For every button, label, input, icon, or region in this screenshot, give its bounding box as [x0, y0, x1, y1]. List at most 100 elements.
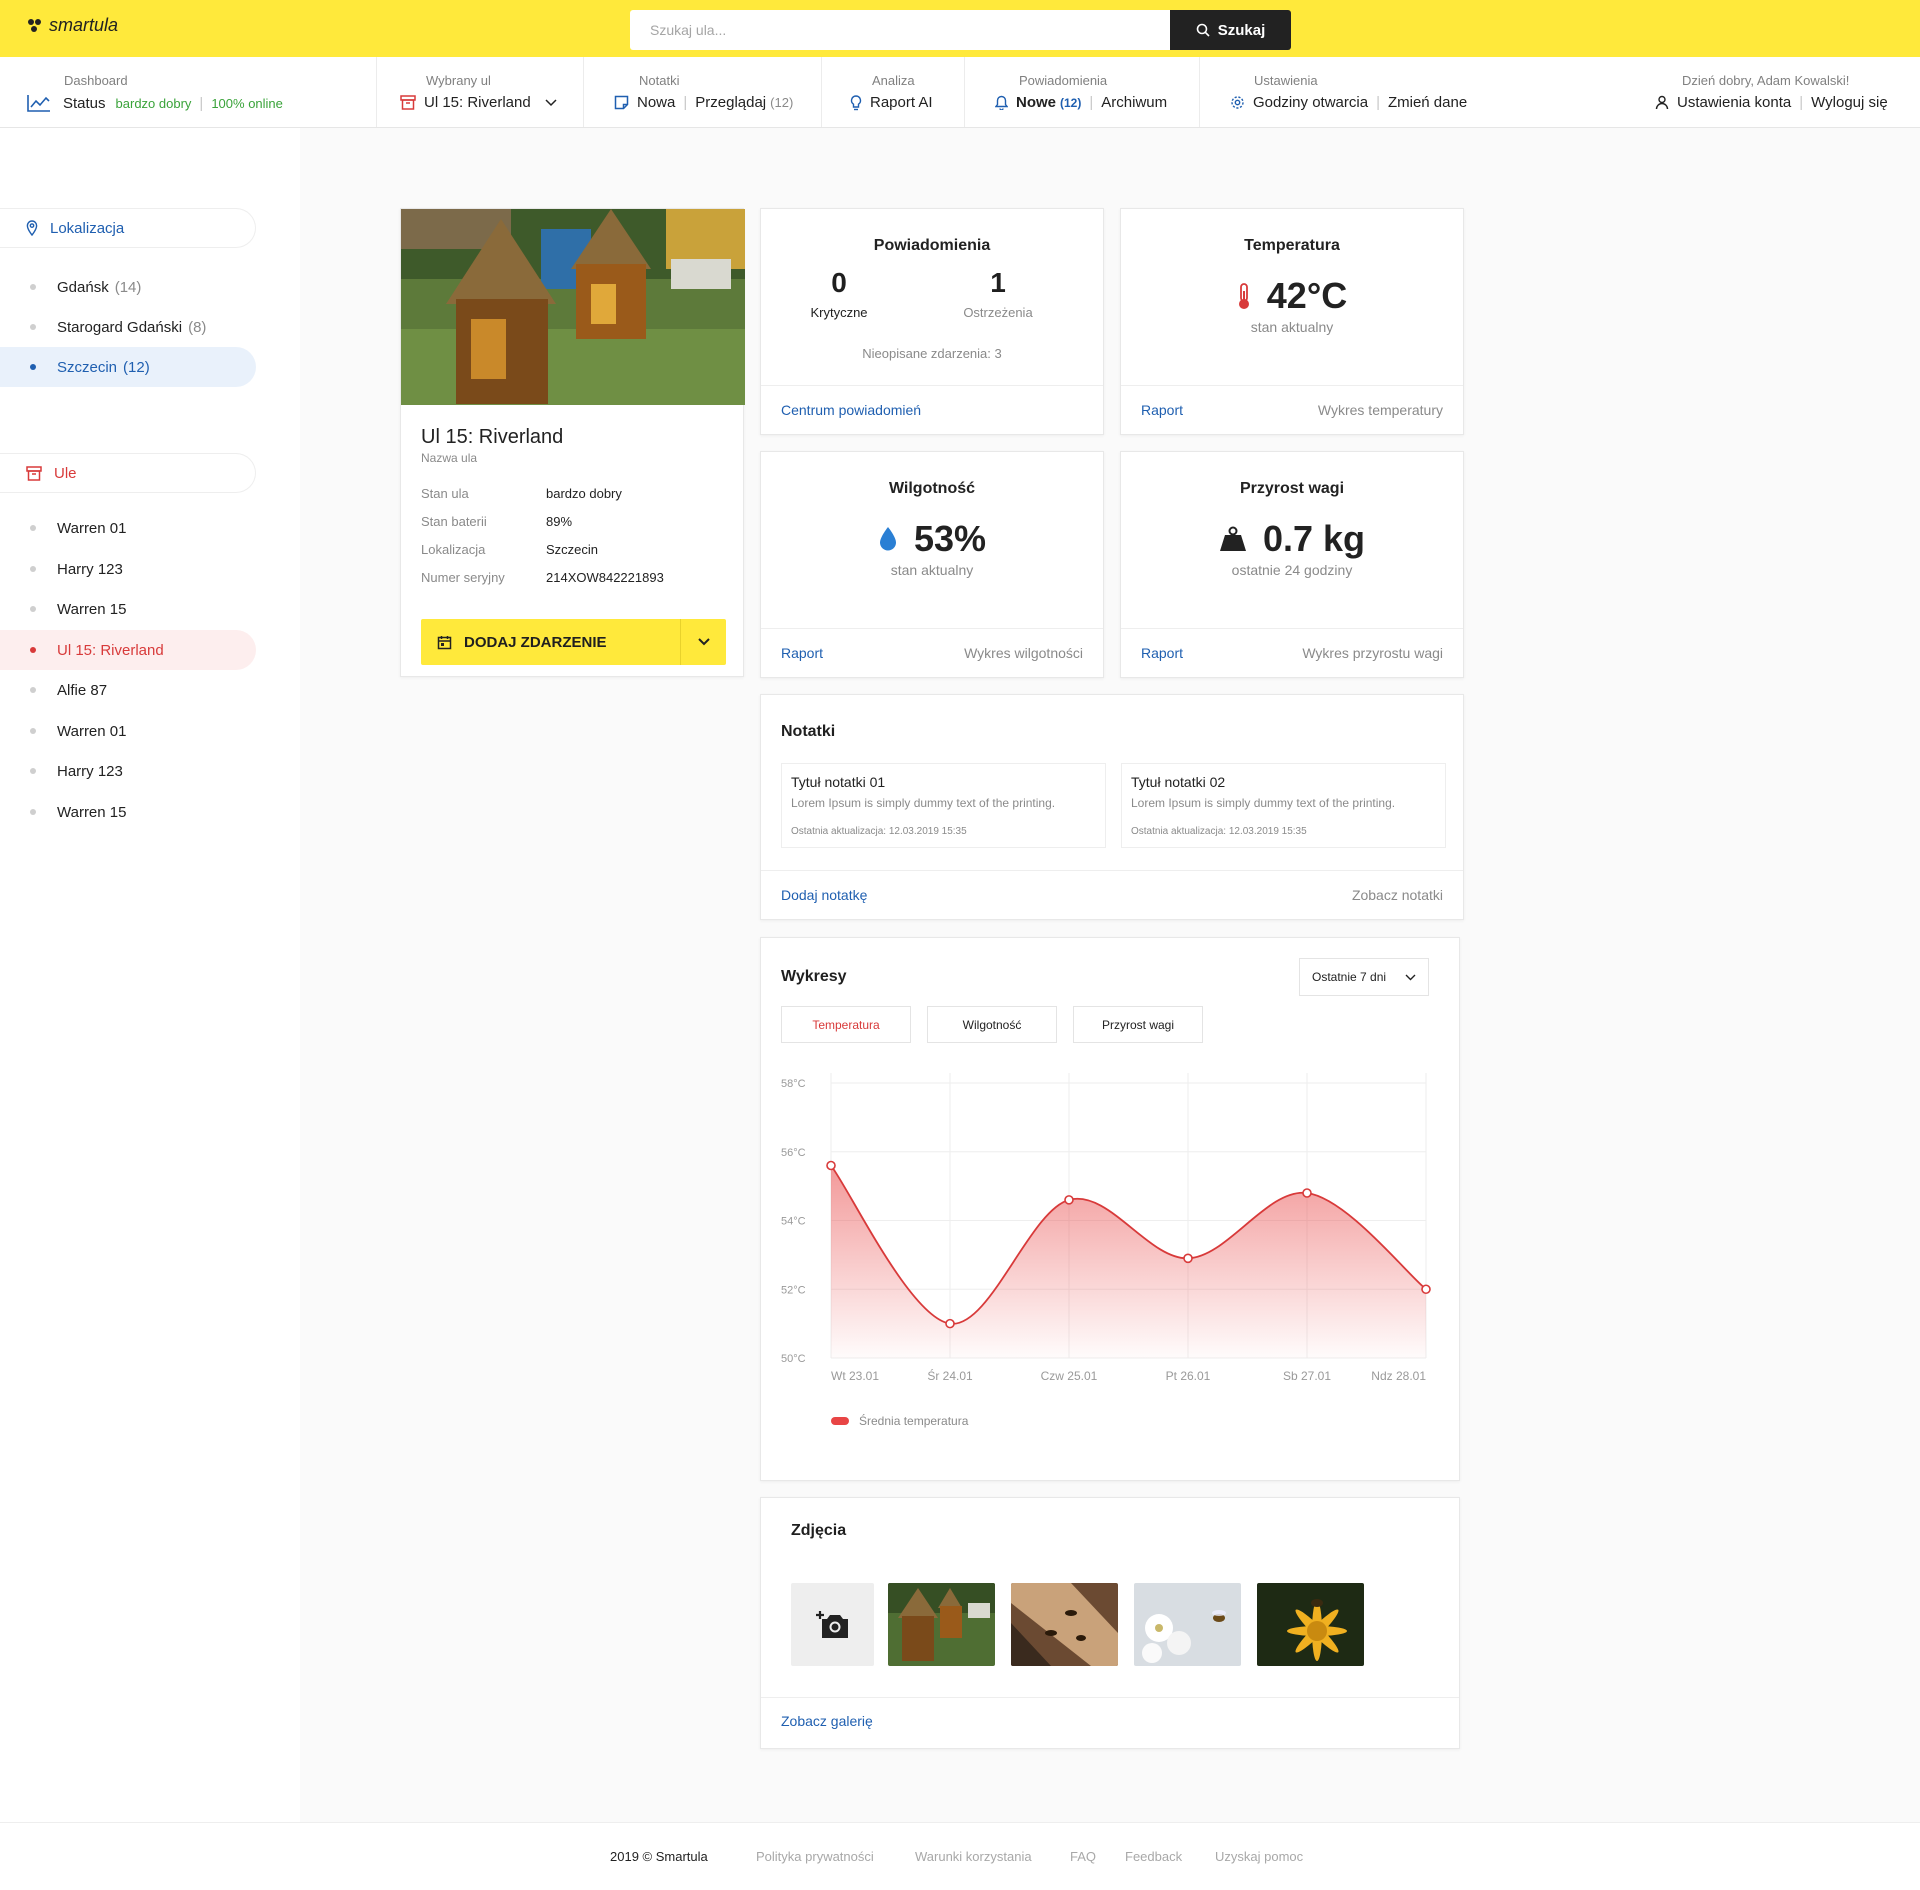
notes-card-footer: Dodaj notatkę Zobacz notatki — [761, 870, 1463, 919]
sidebar-hive-item[interactable]: Alfie 87 — [0, 670, 256, 710]
add-note-link[interactable]: Dodaj notatkę — [781, 887, 867, 903]
bullet-icon — [30, 728, 36, 734]
photo-thumbnail[interactable] — [888, 1583, 995, 1666]
sidebar-location-item-active[interactable]: Szczecin (12) — [0, 347, 256, 387]
sidebar-hive-item[interactable]: Warren 15 — [0, 792, 256, 832]
nav-settings-change[interactable]: Zmień dane — [1388, 94, 1467, 111]
x-tick-label: Sb 27.01 — [1283, 1369, 1331, 1383]
data-point[interactable] — [1302, 1188, 1312, 1198]
bullet-icon — [30, 768, 36, 774]
footer-link-terms[interactable]: Warunki korzystania — [915, 1849, 1032, 1864]
note-item[interactable]: Tytuł notatki 01 Lorem Ipsum is simply d… — [781, 763, 1106, 848]
hive-box-icon — [400, 95, 416, 110]
nav-notes-new[interactable]: Nowa — [637, 94, 675, 111]
nav-notifications-archive[interactable]: Archiwum — [1101, 94, 1167, 111]
sidebar-location-name: Starogard Gdański — [57, 318, 183, 336]
nav-user-greeting: Dzień dobry, Adam Kowalski! — [1682, 73, 1850, 88]
temperature-card-title: Temperatura — [1244, 237, 1340, 254]
notes-card-title: Notatki — [781, 723, 836, 740]
data-point[interactable] — [1421, 1284, 1431, 1295]
add-event-button[interactable]: DODAJ ZDARZENIE — [421, 619, 726, 665]
nav-notifications-count: (12) — [1060, 95, 1082, 110]
weight-report-link[interactable]: Raport — [1141, 645, 1183, 661]
nav-analysis-report[interactable]: Raport AI — [870, 94, 933, 111]
thermometer-icon — [1238, 283, 1249, 309]
nav-status-label[interactable]: Status — [63, 95, 106, 112]
note-item[interactable]: Tytuł notatki 02 Lorem Ipsum is simply d… — [1121, 763, 1446, 848]
search-button[interactable]: Szukaj — [1170, 10, 1291, 50]
x-tick-label: Wt 23.01 — [831, 1369, 879, 1383]
footer-link-faq[interactable]: FAQ — [1070, 1849, 1096, 1864]
sidebar-hive-name: Harry 123 — [57, 560, 123, 578]
add-event-dropdown[interactable] — [680, 619, 726, 665]
data-point[interactable] — [826, 1160, 836, 1171]
nav-bar: Dashboard Status bardzo dobry | 100% onl… — [0, 57, 1920, 128]
sidebar-hives-header[interactable]: Ule — [0, 453, 256, 493]
chevron-down-icon — [545, 98, 557, 106]
temperature-report-link[interactable]: Raport — [1141, 402, 1183, 418]
weight-icon — [1219, 526, 1246, 551]
gear-icon — [1231, 96, 1244, 109]
sidebar-hive-item[interactable]: Warren 01 — [0, 711, 256, 751]
weight-chart-link[interactable]: Wykres przyrostu wagi — [1302, 645, 1443, 661]
footer-link-feedback[interactable]: Feedback — [1125, 1849, 1182, 1864]
humidity-chart-link[interactable]: Wykres wilgotności — [964, 645, 1083, 661]
weight-caption: ostatnie 24 godziny — [1231, 562, 1353, 578]
nav-notifications-new[interactable]: Nowe — [1016, 94, 1056, 111]
bee-on-blossom-photo — [1134, 1583, 1241, 1666]
search-icon — [1196, 23, 1210, 37]
sidebar-hive-item-active[interactable]: Ul 15: Riverland — [0, 630, 256, 670]
humidity-report-link[interactable]: Raport — [781, 645, 823, 661]
nav-notes-caption: Notatki — [639, 73, 680, 88]
note-text: Lorem Ipsum is simply dummy text of the … — [791, 796, 1056, 810]
nav-hive-select[interactable]: Wybrany ul Ul 15: Riverland — [400, 57, 580, 127]
view-gallery-link[interactable]: Zobacz galerię — [781, 1713, 873, 1729]
hive-name: Ul 15: Riverland — [421, 426, 564, 448]
bell-icon — [995, 95, 1008, 110]
nav-account-settings[interactable]: Ustawienia konta — [1677, 94, 1791, 111]
sidebar-hive-item[interactable]: Warren 01 — [0, 508, 256, 548]
nav-settings: Ustawienia Godziny otwarcia | Zmień dane — [1230, 57, 1500, 127]
nav-logout[interactable]: Wyloguj się — [1811, 94, 1888, 111]
logo-text: smartula — [49, 15, 119, 35]
data-point[interactable] — [1064, 1195, 1074, 1205]
photo-thumbnail[interactable] — [1134, 1583, 1241, 1666]
view-notes-link[interactable]: Zobacz notatki — [1352, 887, 1443, 903]
add-photo-button[interactable] — [791, 1583, 874, 1666]
photo-thumbnail[interactable] — [1257, 1583, 1364, 1666]
nav-separator: | — [683, 94, 688, 111]
top-bar: smartula Szukaj — [0, 0, 1920, 57]
search-input[interactable] — [630, 10, 1170, 50]
nav-settings-hours[interactable]: Godziny otwarcia — [1253, 94, 1368, 111]
y-tick-label: 54°C — [781, 1216, 806, 1228]
bullet-icon — [30, 324, 36, 330]
chevron-down-icon — [697, 638, 710, 646]
data-point[interactable] — [945, 1318, 955, 1329]
logo-icon — [28, 18, 41, 32]
x-tick-label: Ndz 28.01 — [1371, 1369, 1426, 1383]
sidebar-location-item[interactable]: Starogard Gdański (8) — [0, 307, 256, 347]
sidebar-hive-item[interactable]: Harry 123 — [0, 751, 256, 791]
footer-link-help[interactable]: Uzyskaj pomoc — [1215, 1849, 1303, 1864]
nav-notes-browse[interactable]: Przeglądaj — [695, 94, 766, 111]
photo-thumbnail[interactable] — [1011, 1583, 1118, 1666]
warnings-label: Ostrzeżenia — [963, 305, 1033, 320]
temperature-chart: 58°C 56°C 54°C 52°C 50°C Wt 23.01 Śr 24.01 Czw… — [781, 1073, 1431, 1428]
bullet-icon — [30, 525, 36, 531]
nav-hive-caption: Wybrany ul — [426, 73, 491, 88]
sidebar-hive-item[interactable]: Warren 15 — [0, 589, 256, 629]
logo[interactable]: smartula — [27, 15, 118, 36]
photos-card: Zdjęcia Zobacz galerię — [760, 1497, 1460, 1749]
sidebar-location-item[interactable]: Gdańsk (14) — [0, 267, 256, 307]
data-point[interactable] — [1183, 1253, 1193, 1264]
sidebar-hive-item[interactable]: Harry 123 — [0, 549, 256, 589]
photos-card-divider — [761, 1697, 1459, 1698]
footer-link-privacy[interactable]: Polityka prywatności — [756, 1849, 874, 1864]
notification-center-link[interactable]: Centrum powiadomień — [781, 402, 921, 418]
notifications-card: Powiadomienia 0 Krytyczne 1 Ostrzeżenia … — [760, 208, 1104, 435]
note-title: Tytuł notatki 02 — [1131, 774, 1226, 790]
hive-field-label: Lokalizacja — [421, 542, 486, 557]
sidebar-locations-header[interactable]: Lokalizacja — [0, 208, 256, 248]
temperature-chart-link[interactable]: Wykres temperatury — [1318, 402, 1443, 418]
weight-card-footer: Raport Wykres przyrostu wagi — [1121, 628, 1463, 677]
